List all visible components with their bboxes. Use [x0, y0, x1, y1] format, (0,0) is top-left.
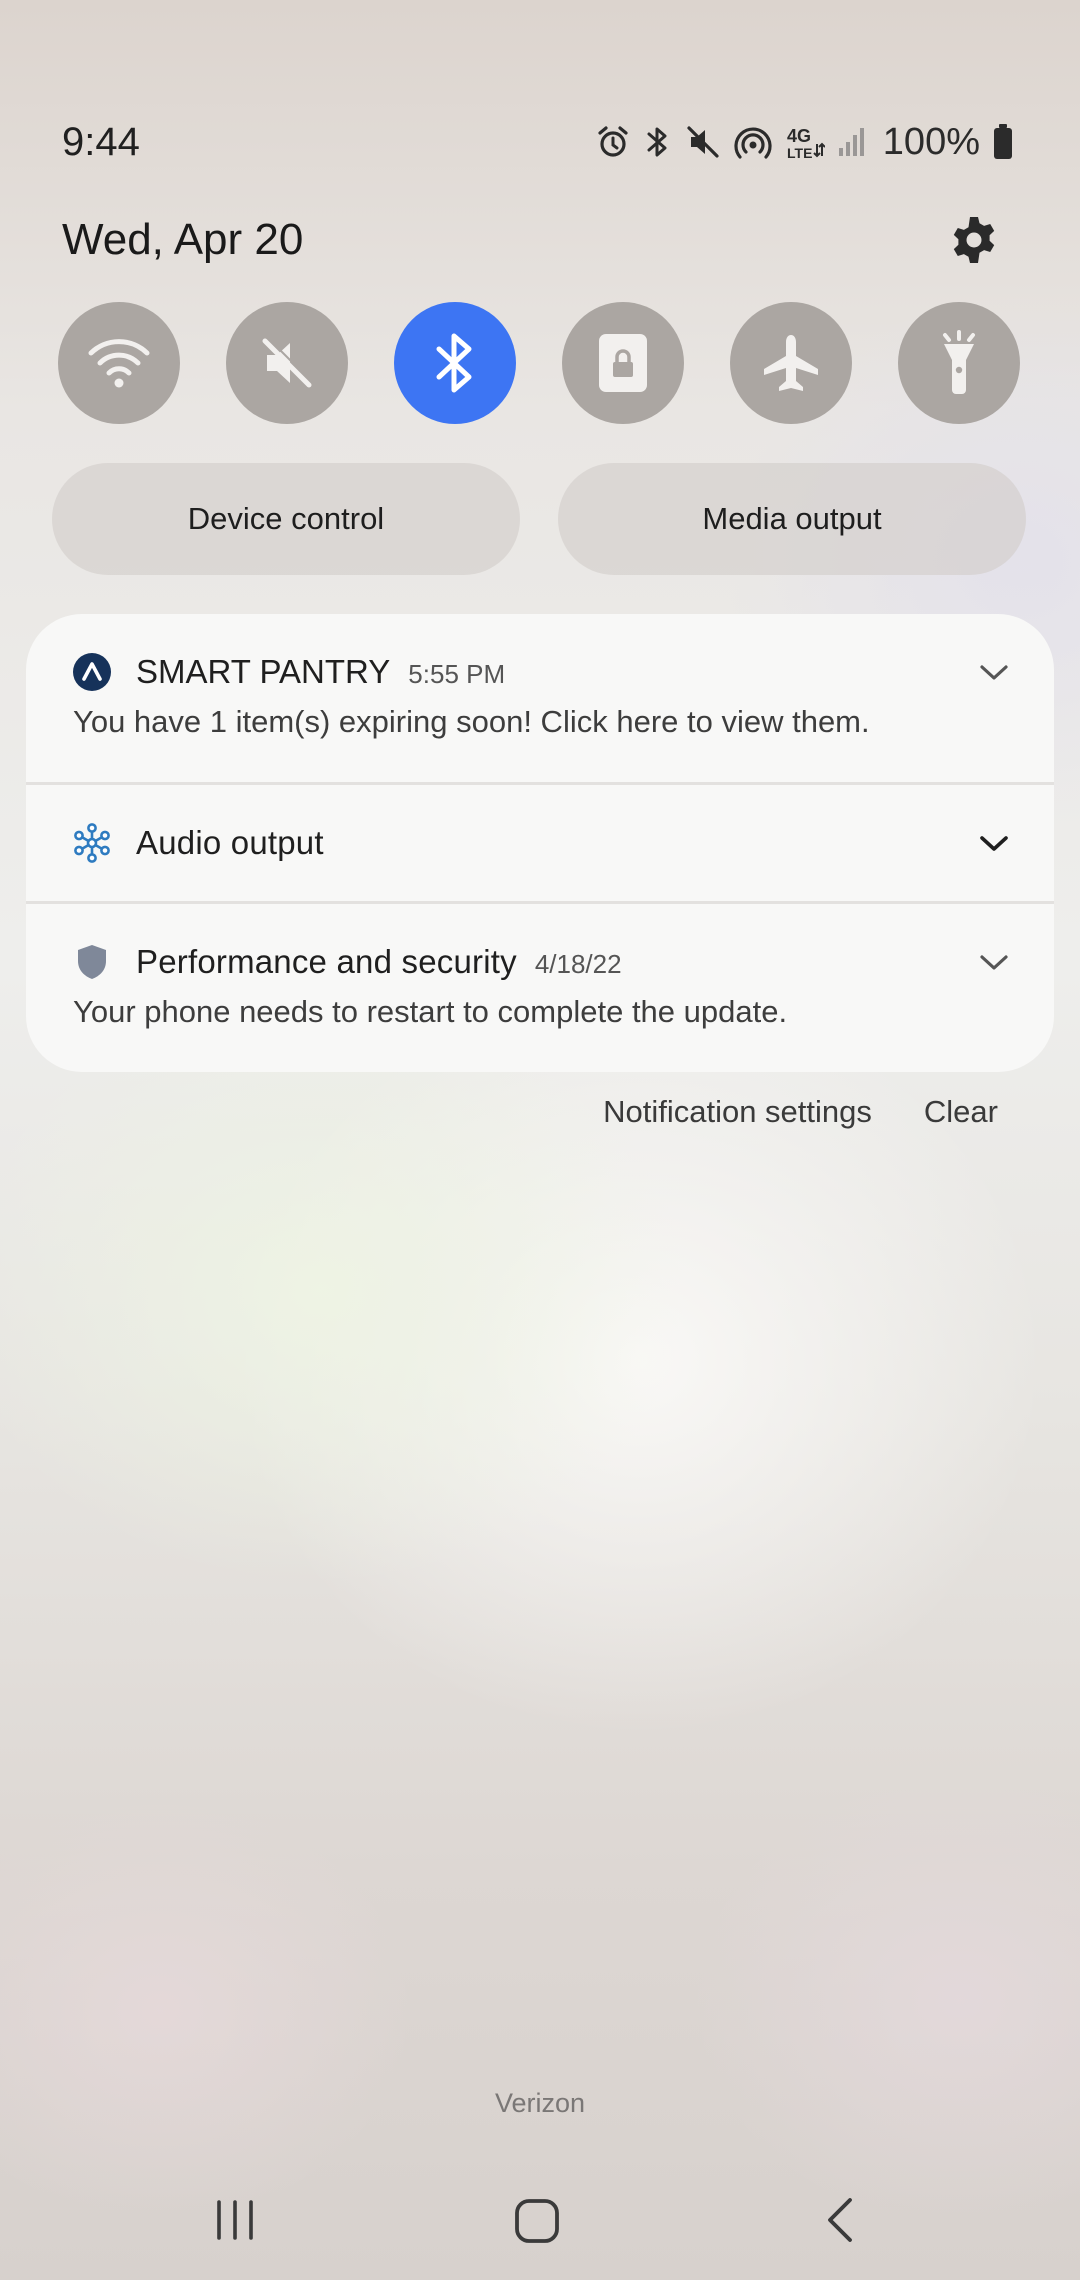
wifi-toggle[interactable] — [58, 302, 180, 424]
chevron-down-icon[interactable] — [976, 825, 1012, 861]
notification-actions: Notification settings Clear — [603, 1094, 998, 1130]
shield-icon — [72, 942, 112, 982]
carrier-label: Verizon — [494, 2088, 586, 2118]
audio-output-icon — [72, 823, 112, 863]
sound-toggle[interactable] — [226, 302, 348, 424]
chevron-down-icon[interactable] — [976, 944, 1012, 980]
bluetooth-icon — [436, 333, 472, 393]
notification-app-name: SMART PANTRY — [136, 653, 391, 690]
mute-icon — [687, 126, 719, 158]
smart-pantry-icon — [72, 652, 112, 692]
alarm-icon — [598, 126, 628, 157]
wifi-icon — [88, 339, 150, 388]
flashlight-icon — [943, 330, 975, 394]
lock-icon — [599, 334, 647, 392]
notification-text: You have 1 item(s) expiring soon! Click … — [73, 704, 870, 739]
rotation-lock-toggle[interactable] — [562, 302, 684, 424]
notification-time: 4/18/22 — [534, 948, 622, 979]
signal-icon — [838, 128, 864, 156]
svg-text:LTE: LTE — [787, 145, 812, 160]
airplane-toggle[interactable] — [730, 302, 852, 424]
notification-smart-pantry[interactable]: SMART PANTRY 5:55 PM You have 1 item(s) … — [26, 614, 1054, 785]
battery-icon — [994, 124, 1012, 159]
hotspot-icon — [734, 127, 772, 159]
airplane-icon — [764, 335, 818, 391]
notification-list: SMART PANTRY 5:55 PM You have 1 item(s) … — [26, 614, 1054, 1072]
gear-icon[interactable] — [948, 214, 1000, 266]
notification-performance-security[interactable]: Performance and security 4/18/22 Your ph… — [26, 904, 1054, 1072]
status-time: 9:44 — [62, 120, 140, 164]
flashlight-toggle[interactable] — [898, 302, 1020, 424]
notification-text: Your phone needs to restart to complete … — [73, 994, 788, 1029]
chevron-down-icon[interactable] — [976, 654, 1012, 690]
notification-app-name: Audio output — [136, 824, 324, 861]
lte-icon: 4G LTE — [787, 126, 825, 160]
media-output-button[interactable]: Media output — [558, 463, 1026, 575]
svg-text:4G: 4G — [787, 126, 811, 146]
recents-icon[interactable] — [213, 2198, 257, 2242]
bluetooth-toggle[interactable] — [394, 302, 516, 424]
date: Wed, Apr 20 — [62, 215, 304, 264]
notification-time: 5:55 PM — [408, 658, 506, 689]
status-icons: 4G LTE 100% — [595, 118, 1014, 166]
clear-button[interactable]: Clear — [924, 1094, 998, 1130]
device-control-button[interactable]: Device control — [52, 463, 520, 575]
notification-audio-output[interactable]: Audio output — [26, 785, 1054, 904]
notification-app-name: Performance and security — [136, 943, 517, 980]
mute-icon — [262, 337, 313, 388]
home-icon[interactable] — [514, 2198, 560, 2244]
battery-percent: 100% — [882, 120, 980, 163]
notification-settings-button[interactable]: Notification settings — [603, 1094, 872, 1130]
quick-settings-row — [58, 302, 1020, 424]
bluetooth-icon — [647, 127, 667, 157]
back-icon[interactable] — [820, 2196, 860, 2244]
